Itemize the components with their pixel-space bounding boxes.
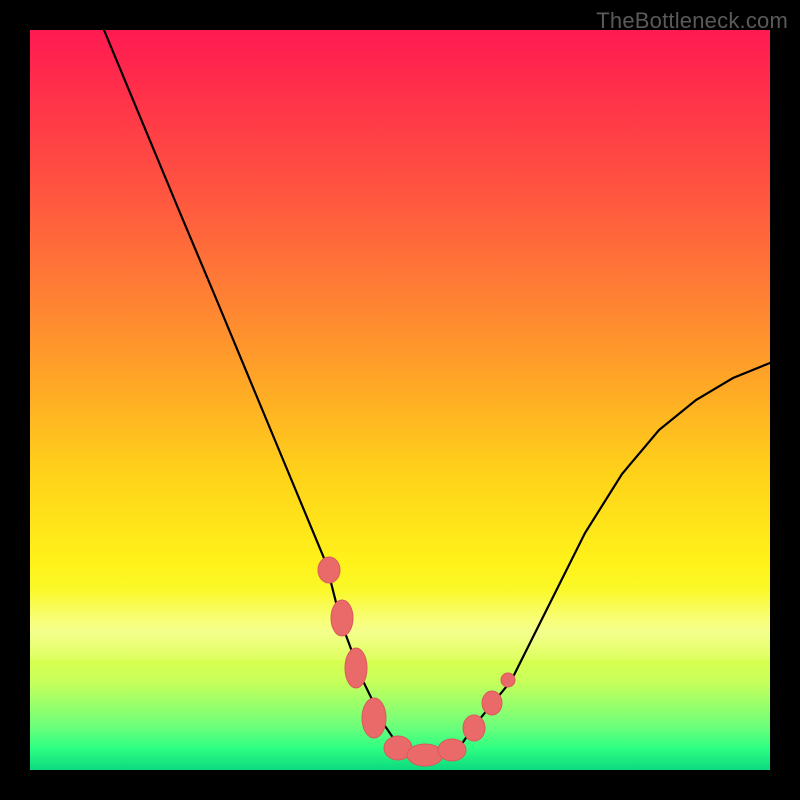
watermark-text: TheBottleneck.com: [596, 8, 788, 34]
marker-dot: [318, 557, 340, 583]
marker-dot: [463, 715, 485, 741]
marker-dot: [438, 739, 466, 761]
marker-dot: [501, 673, 515, 687]
marker-dot: [407, 744, 443, 766]
chart-frame: TheBottleneck.com: [0, 0, 800, 800]
marker-dot: [345, 648, 367, 688]
marker-dot: [482, 691, 502, 715]
curve-svg: [30, 30, 770, 770]
bottleneck-curve: [104, 30, 770, 755]
marker-dot: [362, 698, 386, 738]
marker-dot: [331, 600, 353, 636]
marker-cluster: [318, 557, 515, 766]
plot-area: [30, 30, 770, 770]
